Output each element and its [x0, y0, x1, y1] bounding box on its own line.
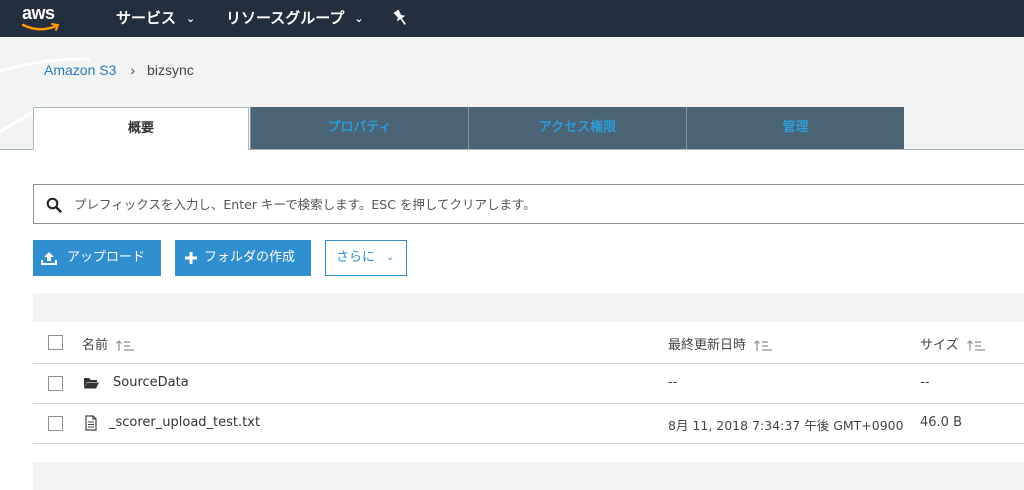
tab-permissions[interactable]: アクセス権限 — [468, 107, 686, 149]
resource-groups-label: リソースグループ — [226, 9, 345, 27]
more-actions-label: さらに — [336, 250, 376, 265]
column-header-size[interactable]: サイズ — [920, 334, 987, 353]
table-footer-strip — [33, 462, 1024, 490]
breadcrumb-current-bucket: bizsync — [147, 62, 194, 78]
row-name-link[interactable]: _scorer_upload_test.txt — [109, 415, 260, 430]
tab-properties[interactable]: プロパティ — [250, 107, 468, 149]
file-icon — [85, 415, 97, 431]
breadcrumb-amazon-s3[interactable]: Amazon S3 — [44, 62, 116, 78]
folder-icon — [84, 378, 99, 389]
row-checkbox[interactable] — [48, 416, 63, 431]
aws-smile-icon — [22, 23, 60, 31]
aws-logo-text: aws — [22, 3, 55, 23]
resource-groups-menu[interactable]: リソースグループ ⌄ — [226, 0, 364, 37]
upload-button[interactable]: アップロード — [33, 240, 161, 276]
tab-overview[interactable]: 概要 — [33, 107, 249, 150]
more-actions-button[interactable]: さらに ⌄ — [325, 240, 407, 276]
breadcrumb: Amazon S3 › bizsync — [44, 62, 194, 78]
aws-logo[interactable]: aws — [20, 3, 64, 33]
prefix-search-box — [33, 184, 1024, 224]
upload-button-label: アップロード — [67, 250, 146, 265]
row-modified: 8月 11, 2018 7:34:37 午後 GMT+0900 — [668, 418, 904, 433]
row-modified: -- — [668, 375, 678, 390]
services-menu[interactable]: サービス ⌄ — [116, 0, 195, 37]
row-checkbox[interactable] — [48, 376, 63, 391]
table-row: SourceData -- -- — [33, 364, 1024, 404]
search-input[interactable] — [74, 185, 1014, 223]
chevron-down-icon: ⌄ — [386, 252, 395, 263]
chevron-down-icon: ⌄ — [186, 12, 196, 25]
tab-management[interactable]: 管理 — [686, 107, 904, 149]
sort-icon — [754, 339, 773, 351]
services-label: サービス — [116, 9, 177, 27]
upload-icon — [41, 252, 57, 265]
row-name-link[interactable]: SourceData — [113, 375, 189, 390]
column-header-last-modified[interactable]: 最終更新日時 — [668, 334, 774, 353]
sort-icon — [966, 339, 985, 351]
sort-icon — [116, 339, 135, 351]
chevron-down-icon: ⌄ — [354, 12, 364, 25]
plus-icon — [185, 252, 197, 264]
search-icon — [46, 197, 62, 213]
select-all-checkbox[interactable] — [48, 335, 63, 350]
column-modified-label: 最終更新日時 — [668, 338, 747, 353]
pin-icon[interactable] — [392, 9, 408, 27]
top-nav-bar: aws サービス ⌄ リソースグループ ⌄ — [0, 0, 1024, 37]
row-size: -- — [920, 375, 930, 390]
table-toolbar-strip — [33, 293, 1024, 322]
column-size-label: サイズ — [920, 338, 959, 353]
column-header-name[interactable]: 名前 — [82, 334, 136, 353]
table-header: 名前 最終更新日時 サイズ — [33, 322, 1024, 364]
create-folder-button[interactable]: フォルダの作成 — [175, 240, 311, 276]
table-row: _scorer_upload_test.txt 8月 11, 2018 7:34… — [33, 404, 1024, 444]
breadcrumb-separator: › — [130, 62, 136, 78]
column-name-label: 名前 — [82, 338, 109, 353]
create-folder-button-label: フォルダの作成 — [204, 250, 296, 265]
row-size: 46.0 B — [920, 415, 962, 430]
